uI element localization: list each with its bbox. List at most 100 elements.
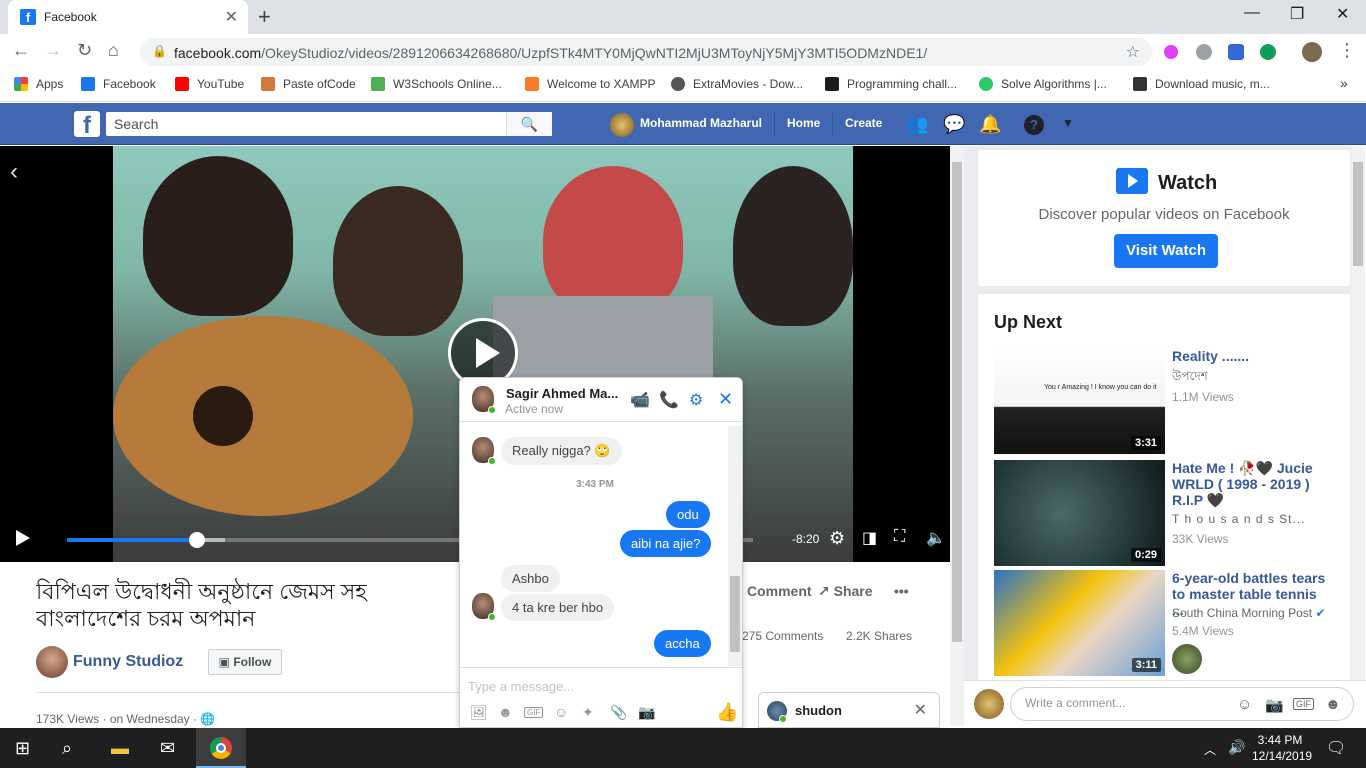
volume-icon[interactable]: 🔈 <box>926 528 946 548</box>
share-button[interactable]: ↗ Share <box>818 583 873 600</box>
fullscreen-icon[interactable]: ⛶ <box>894 528 905 546</box>
reload-icon[interactable]: ↻ <box>77 40 92 61</box>
previous-video-chevron-icon[interactable]: ‹ <box>10 158 18 186</box>
bookmark-pasteofcode[interactable]: Paste ofCode <box>261 77 356 91</box>
video-source[interactable]: উপদেশ <box>1172 368 1332 388</box>
settings-gear-icon[interactable]: ⚙ <box>829 528 845 549</box>
file-explorer-icon[interactable]: ▬ <box>111 738 129 759</box>
message-input[interactable] <box>468 676 728 696</box>
emoji-icon[interactable]: ☺ <box>554 704 568 720</box>
new-tab-icon[interactable]: + <box>258 4 271 30</box>
picture-in-picture-icon[interactable]: ◨ <box>862 528 877 548</box>
bookmark-extramovies[interactable]: ExtraMovies - Dow... <box>671 77 803 91</box>
video-thumbnail[interactable]: You r Amazing ! I know you can do it 3:3… <box>994 348 1165 454</box>
bookmark-solve-algorithms[interactable]: Solve Algorithms |... <box>979 77 1107 91</box>
main-scrollbar-thumb[interactable] <box>952 162 962 642</box>
chat-contact-avatar[interactable] <box>1172 644 1202 674</box>
user-avatar[interactable] <box>610 113 634 137</box>
up-next-item[interactable]: 3:11 6-year-old battles tears to master … <box>994 570 1334 676</box>
gif-icon[interactable]: GIF <box>524 707 544 718</box>
create-link[interactable]: Create <box>845 116 882 130</box>
up-next-item[interactable]: You r Amazing ! I know you can do it 3:3… <box>994 348 1334 454</box>
video-call-icon[interactable]: 📹 <box>630 390 650 410</box>
game-icon[interactable]: ✦ <box>582 704 594 721</box>
page-avatar[interactable] <box>36 646 68 678</box>
help-icon[interactable]: ? <box>1024 115 1044 135</box>
bookmark-w3schools[interactable]: W3Schools Online... <box>371 77 502 91</box>
comment-button[interactable]: Comment <box>747 583 812 599</box>
camera-icon[interactable]: 📷 <box>638 704 655 721</box>
up-next-item[interactable]: 0:29 Hate Me ! 🥀🖤 Jucie WRLD ( 1998 - 20… <box>994 460 1334 566</box>
camera-icon[interactable]: 📷 <box>1265 696 1284 714</box>
chrome-taskbar-button[interactable] <box>196 728 246 768</box>
bookmark-programming[interactable]: Programming chall... <box>825 77 957 91</box>
minimized-chat-tab[interactable]: shudon ✕ <box>758 692 940 728</box>
extension-cast-icon[interactable] <box>1164 45 1178 59</box>
user-profile-link[interactable]: Mohammad Mazharul <box>640 116 762 130</box>
extension-vpn-icon[interactable] <box>1196 44 1212 60</box>
video-source[interactable]: T h o u s a n d s St... <box>1172 512 1332 526</box>
account-menu-chevron-down-icon[interactable]: ▼ <box>1062 116 1074 130</box>
comment-box[interactable]: ☺ 📷 GIF ☻ <box>1010 687 1354 721</box>
video-thumbnail[interactable]: 3:11 <box>994 570 1165 676</box>
bookmark-star-icon[interactable]: ☆ <box>1126 42 1140 62</box>
tab-close-icon[interactable]: ✕ <box>225 7 238 27</box>
comments-count[interactable]: 275 Comments <box>742 629 823 643</box>
windows-start-icon[interactable]: ⊞ <box>15 738 30 759</box>
play-icon[interactable] <box>16 530 30 546</box>
sticker-icon[interactable]: ☻ <box>498 704 513 720</box>
search-icon[interactable]: 🔍 <box>506 112 552 136</box>
profile-avatar-icon[interactable] <box>1302 42 1322 62</box>
video-thumbnail[interactable]: 0:29 <box>994 460 1165 566</box>
notifications-icon[interactable]: 🗨 <box>1326 738 1346 758</box>
home-link[interactable]: Home <box>787 116 820 130</box>
chat-settings-gear-icon[interactable]: ⚙ <box>689 390 703 410</box>
bookmark-apps[interactable]: Apps <box>14 77 63 91</box>
right-column-scrollbar[interactable] <box>1351 146 1365 680</box>
chat-contact-name[interactable]: Sagir Ahmed Ma... <box>506 386 618 401</box>
visit-watch-button[interactable]: Visit Watch <box>1114 234 1218 268</box>
taskbar-clock[interactable]: 3:44 PM 12/14/2019 <box>1252 732 1312 764</box>
chat-scrollbar[interactable] <box>728 426 742 666</box>
post-date[interactable]: · on Wednesday · <box>103 712 198 726</box>
search-icon[interactable]: ⌕ <box>62 738 72 759</box>
maximize-icon[interactable]: ❐ <box>1290 4 1304 24</box>
window-close-icon[interactable]: ✕ <box>1336 4 1349 24</box>
more-options-icon[interactable]: ••• <box>894 583 909 599</box>
video-title-link[interactable]: Reality ....... <box>1172 348 1332 364</box>
messenger-icon[interactable]: 💬 <box>943 114 965 135</box>
browser-tab[interactable]: f Facebook ✕ <box>8 0 248 34</box>
browser-menu-icon[interactable]: ⋮ <box>1338 40 1356 61</box>
chat-scrollbar-thumb[interactable] <box>730 576 740 652</box>
back-icon[interactable]: ← <box>12 40 30 61</box>
bookmark-xampp[interactable]: Welcome to XAMPP <box>525 77 655 91</box>
bookmarks-overflow-icon[interactable]: » <box>1340 75 1348 91</box>
emoji-icon[interactable]: ☺ <box>1237 696 1252 713</box>
like-thumb-icon[interactable]: 👍 <box>716 702 738 723</box>
gif-icon[interactable]: GIF <box>1293 698 1314 710</box>
attachment-icon[interactable]: 📎 <box>610 704 627 721</box>
extension-shield-icon[interactable] <box>1228 44 1244 60</box>
address-bar[interactable]: 🔒 facebook.com/OkeyStudioz/videos/289120… <box>140 38 1152 66</box>
volume-tray-icon[interactable]: 🔊 <box>1228 739 1245 756</box>
minimize-icon[interactable]: — <box>1244 4 1260 22</box>
friend-requests-icon[interactable]: 👥 <box>906 114 928 135</box>
home-icon[interactable]: ⌂ <box>108 40 119 61</box>
video-source[interactable]: South China Morning Post ✔ <box>1172 606 1332 620</box>
sticker-icon[interactable]: ☻ <box>1325 696 1341 713</box>
extension-green-icon[interactable] <box>1260 44 1276 60</box>
mail-icon[interactable]: ✉ <box>160 738 175 759</box>
phone-call-icon[interactable]: 📞 <box>659 390 679 410</box>
forward-icon[interactable]: → <box>44 40 62 61</box>
chat-close-icon[interactable]: ✕ <box>914 700 927 720</box>
photo-icon[interactable]: 🖼 <box>470 704 488 721</box>
facebook-logo-icon[interactable]: f <box>74 111 100 139</box>
facebook-search-input[interactable] <box>106 112 552 136</box>
bookmark-download-music[interactable]: Download music, m... <box>1133 77 1270 91</box>
bookmark-youtube[interactable]: YouTube <box>175 77 244 91</box>
video-title-link[interactable]: Hate Me ! 🥀🖤 Jucie WRLD ( 1998 - 2019 ) … <box>1172 460 1332 508</box>
chat-close-icon[interactable]: ✕ <box>718 389 733 410</box>
notifications-bell-icon[interactable]: 🔔 <box>979 114 1001 135</box>
follow-button[interactable]: ▣ Follow <box>208 649 282 675</box>
main-scrollbar[interactable] <box>950 146 964 726</box>
